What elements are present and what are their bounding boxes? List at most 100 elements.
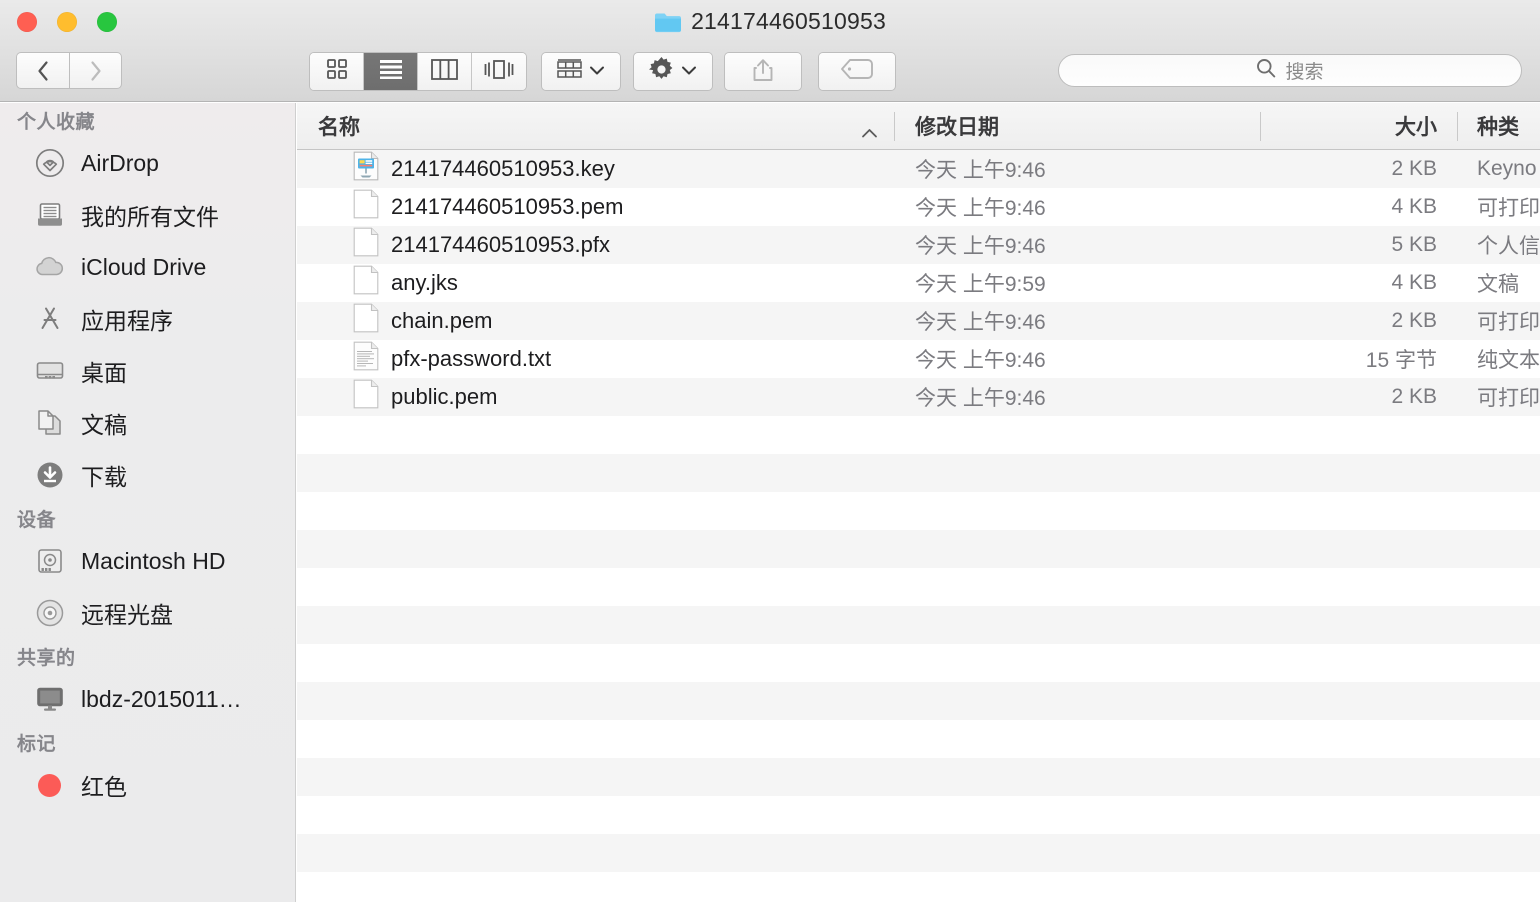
file-date-cell: 今天 上午9:46: [915, 159, 1046, 182]
file-date-cell: 今天 上午9:46: [915, 349, 1046, 372]
file-kind-cell: 可打印: [1477, 197, 1540, 220]
column-header-date-modified[interactable]: 修改日期: [894, 103, 1260, 150]
close-button[interactable]: [17, 12, 37, 32]
sidebar: 个人收藏 AirDrop 我的所有文件 iCloud Drive 应用程序 桌面…: [0, 103, 296, 902]
file-name-label: chain.pem: [391, 308, 493, 333]
column-view-button[interactable]: [418, 53, 472, 90]
sidebar-item-downloads[interactable]: 下载: [0, 449, 295, 501]
sidebar-item-tag-red[interactable]: 红色: [0, 759, 295, 811]
sidebar-item-remote-disc[interactable]: 远程光盘: [0, 587, 295, 639]
empty-row[interactable]: [297, 720, 1540, 758]
keynote-file-icon: [353, 151, 379, 187]
sidebar-item-documents[interactable]: 文稿: [0, 397, 295, 449]
sidebar-item-airdrop[interactable]: AirDrop: [0, 137, 295, 189]
tag-icon: [840, 58, 874, 85]
icloud-icon: [34, 252, 65, 283]
sidebar-item-label: lbdz-2015011…: [81, 685, 242, 712]
share-button[interactable]: [724, 52, 802, 91]
file-kind-cell: 可打印: [1477, 387, 1540, 410]
empty-row[interactable]: [297, 492, 1540, 530]
sidebar-item-shared-computer[interactable]: lbdz-2015011…: [0, 673, 295, 725]
action-menu-button[interactable]: [633, 52, 713, 91]
minimize-button[interactable]: [57, 12, 77, 32]
search-field[interactable]: 搜索: [1058, 54, 1522, 87]
file-size-cell: 2 KB: [1391, 309, 1437, 332]
blank-document-icon: [353, 303, 379, 339]
empty-row[interactable]: [297, 872, 1540, 902]
sidebar-item-applications[interactable]: 应用程序: [0, 293, 295, 345]
file-name-label: 214174460510953.pfx: [391, 232, 610, 257]
share-icon: [752, 57, 774, 87]
view-mode-segmented-control: [309, 52, 527, 91]
column-header-size[interactable]: 大小: [1260, 103, 1457, 150]
file-size-cell: 2 KB: [1391, 157, 1437, 180]
arrange-icon: [557, 58, 582, 85]
column-header-row: 名称 修改日期 大小 种类: [297, 103, 1540, 150]
file-name-cell: 214174460510953.pfx: [297, 227, 894, 263]
empty-row[interactable]: [297, 758, 1540, 796]
toolbar: 搜索: [0, 43, 1540, 102]
window-title-area: 214174460510953: [0, 0, 1540, 43]
empty-row[interactable]: [297, 682, 1540, 720]
arrange-by-button[interactable]: [541, 52, 621, 91]
file-date-cell: 今天 上午9:59: [915, 273, 1046, 296]
sidebar-item-desktop[interactable]: 桌面: [0, 345, 295, 397]
zoom-button[interactable]: [97, 12, 117, 32]
title-bar: 214174460510953: [0, 0, 1540, 43]
sidebar-header-favorites: 个人收藏: [17, 111, 96, 133]
tags-button[interactable]: [818, 52, 896, 91]
sidebar-item-label: 桌面: [81, 360, 127, 386]
table-row[interactable]: chain.pem 今天 上午9:46 2 KB 可打印: [297, 302, 1540, 340]
file-kind-cell: 可打印: [1477, 311, 1540, 334]
table-row[interactable]: 214174460510953.pfx 今天 上午9:46 5 KB 个人信: [297, 226, 1540, 264]
empty-row[interactable]: [297, 606, 1540, 644]
file-size-cell: 15 字节: [1365, 349, 1437, 372]
file-name-label: 214174460510953.pem: [391, 194, 624, 219]
sidebar-item-label: 下载: [81, 464, 127, 490]
column-header-kind[interactable]: 种类: [1457, 103, 1540, 150]
file-kind-cell: 个人信: [1477, 235, 1540, 258]
icon-view-button[interactable]: [310, 53, 364, 90]
list-view-button[interactable]: [364, 53, 418, 90]
table-row[interactable]: pfx-password.txt 今天 上午9:46 15 字节 纯文本: [297, 340, 1540, 378]
file-name-cell: public.pem: [297, 379, 894, 415]
file-name-cell: 214174460510953.key: [297, 151, 894, 187]
file-date-cell: 今天 上午9:46: [915, 387, 1046, 410]
sidebar-item-macintosh-hd[interactable]: Macintosh HD: [0, 535, 295, 587]
list-icon: [379, 59, 403, 84]
back-button[interactable]: [16, 52, 69, 89]
documents-icon: [34, 408, 65, 439]
forward-button[interactable]: [69, 52, 122, 89]
column-header-label: 大小: [1395, 116, 1437, 139]
empty-row[interactable]: [297, 530, 1540, 568]
coverflow-view-button[interactable]: [472, 53, 526, 90]
text-document-icon: [353, 341, 379, 377]
airdrop-icon: [34, 148, 65, 179]
sidebar-item-all-my-files[interactable]: 我的所有文件: [0, 189, 295, 241]
file-size-cell: 5 KB: [1391, 233, 1437, 256]
file-name-label: public.pem: [391, 384, 498, 409]
traffic-light-group: [17, 12, 117, 32]
file-name-cell: chain.pem: [297, 303, 894, 339]
empty-row[interactable]: [297, 416, 1540, 454]
file-name-cell: 214174460510953.pem: [297, 189, 894, 225]
table-row[interactable]: public.pem 今天 上午9:46 2 KB 可打印: [297, 378, 1540, 416]
computer-icon: [34, 684, 65, 715]
column-header-name[interactable]: 名称: [297, 103, 894, 150]
empty-row[interactable]: [297, 834, 1540, 872]
sidebar-item-icloud-drive[interactable]: iCloud Drive: [0, 241, 295, 293]
table-row[interactable]: any.jks 今天 上午9:59 4 KB 文稿: [297, 264, 1540, 302]
blank-document-icon: [353, 227, 379, 263]
empty-row[interactable]: [297, 568, 1540, 606]
table-row[interactable]: 214174460510953.pem 今天 上午9:46 4 KB 可打印: [297, 188, 1540, 226]
coverflow-icon: [484, 59, 514, 85]
empty-row[interactable]: [297, 454, 1540, 492]
sidebar-item-label: 文稿: [81, 412, 127, 438]
chevron-up-icon: [861, 121, 878, 137]
empty-row[interactable]: [297, 644, 1540, 682]
blank-document-icon: [353, 189, 379, 225]
empty-row[interactable]: [297, 796, 1540, 834]
table-row[interactable]: 214174460510953.key 今天 上午9:46 2 KB Keyno: [297, 150, 1540, 188]
sidebar-item-label: iCloud Drive: [81, 253, 207, 280]
column-header-label: 修改日期: [915, 116, 999, 139]
